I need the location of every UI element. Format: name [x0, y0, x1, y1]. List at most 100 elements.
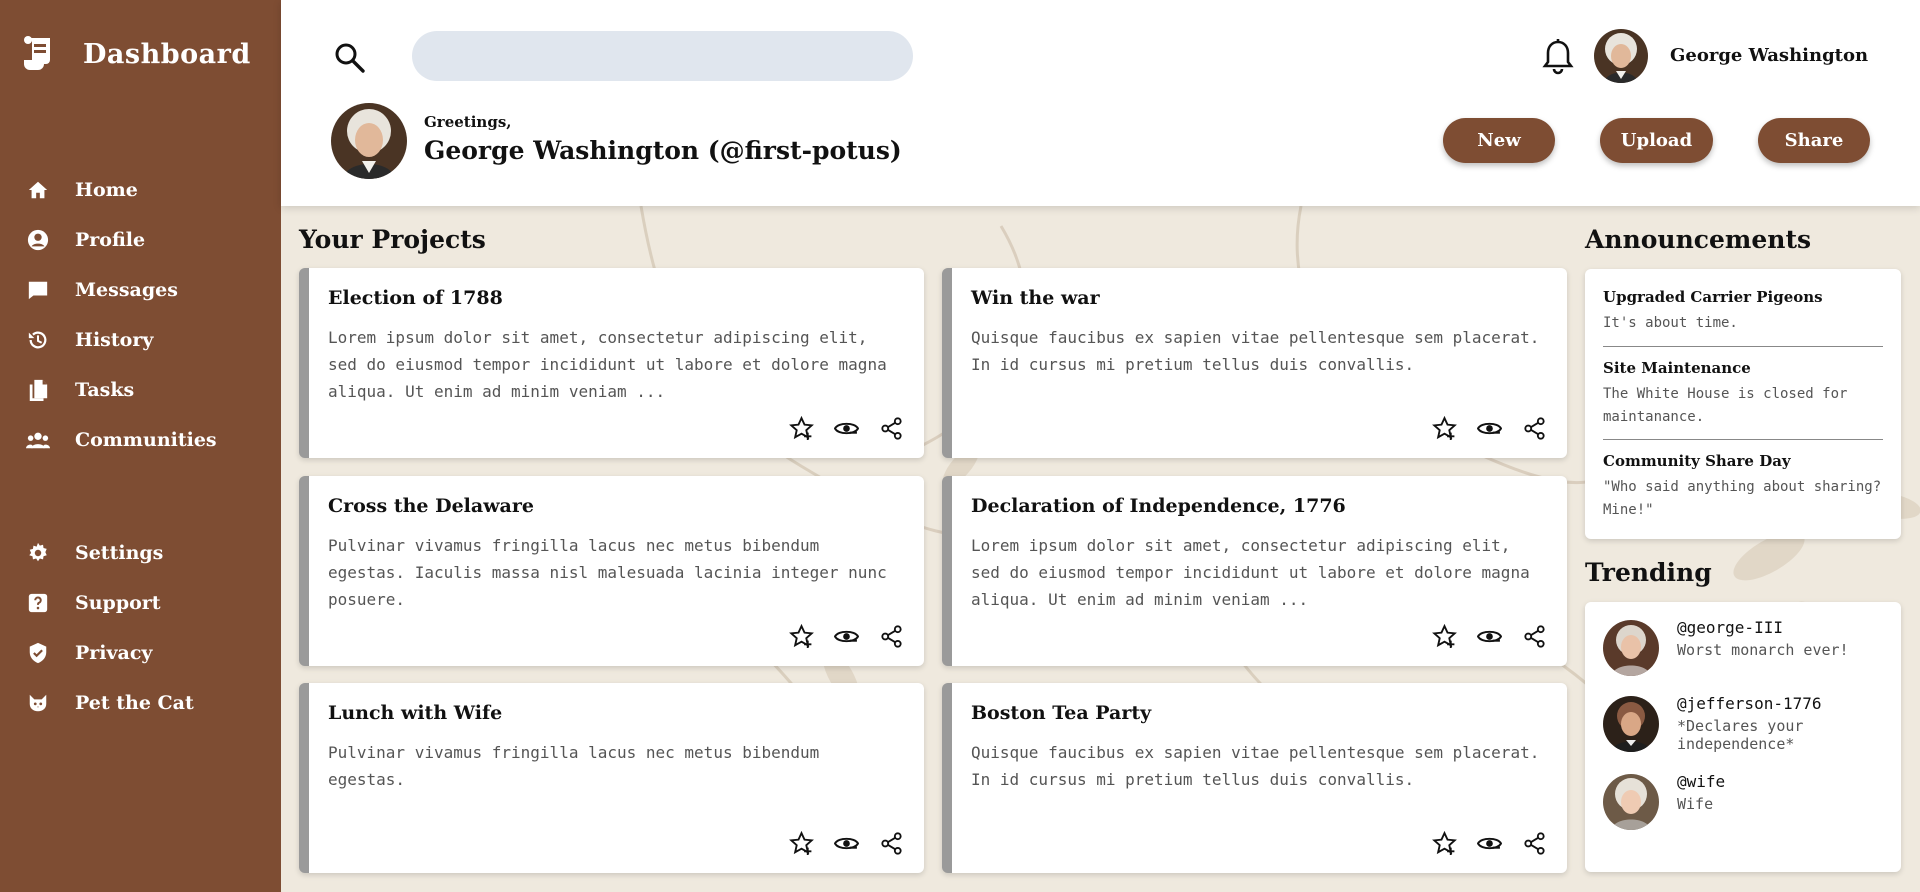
- greeting-name: George Washington (@first-potus): [424, 136, 902, 165]
- shield-check-icon: [26, 641, 50, 665]
- project-title: Win the war: [971, 287, 1100, 309]
- project-title: Lunch with Wife: [328, 702, 503, 724]
- share-icon[interactable]: [879, 831, 904, 856]
- new-button[interactable]: New: [1443, 118, 1555, 163]
- star-add-icon[interactable]: [1432, 831, 1457, 856]
- trending-handle: @george-III: [1677, 618, 1783, 637]
- sidebar-item-label: Support: [75, 592, 161, 614]
- brand[interactable]: Dashboard: [22, 36, 251, 72]
- eye-icon[interactable]: [834, 624, 859, 649]
- sidebar-item-support[interactable]: Support: [0, 578, 281, 628]
- announcement-item[interactable]: Site Maintenance The White House is clos…: [1603, 359, 1883, 429]
- sidebar-item-label: Settings: [75, 542, 164, 564]
- gear-icon: [26, 541, 50, 565]
- greeting-label: Greetings,: [424, 113, 512, 131]
- project-title: Boston Tea Party: [971, 702, 1152, 724]
- trending-status: *Declares your independence*: [1677, 717, 1804, 753]
- eye-icon[interactable]: [1477, 831, 1502, 856]
- star-add-icon[interactable]: [789, 416, 814, 441]
- share-icon[interactable]: [879, 624, 904, 649]
- trending-handle: @wife: [1677, 772, 1726, 791]
- project-description: Pulvinar vivamus fringilla lacus nec met…: [328, 743, 820, 789]
- divider: [1603, 439, 1883, 440]
- project-description: Pulvinar vivamus fringilla lacus nec met…: [328, 536, 887, 609]
- sidebar-item-profile[interactable]: Profile: [0, 215, 281, 265]
- card-actions: [1432, 831, 1547, 856]
- sidebar-item-messages[interactable]: Messages: [0, 265, 281, 315]
- announcement-body: "Who said anything about sharing? Mine!": [1603, 479, 1882, 518]
- project-card[interactable]: Win the war Quisque faucibus ex sapien vi…: [942, 268, 1567, 458]
- header: George Washington Greetings, George Wash…: [281, 0, 1920, 206]
- card-actions: [789, 831, 904, 856]
- bell-icon[interactable]: [1540, 38, 1576, 76]
- card-actions: [1432, 624, 1547, 649]
- trending-panel: @george-III Worst monarch ever! @jeffers…: [1585, 602, 1901, 872]
- project-title: Cross the Delaware: [328, 495, 534, 517]
- eye-icon[interactable]: [1477, 624, 1502, 649]
- sidebar-secondary-nav: Settings Support Privacy Pet the Cat: [0, 528, 281, 728]
- project-card[interactable]: Lunch with Wife Pulvinar vivamus fringill…: [299, 683, 924, 873]
- help-icon: [26, 591, 50, 615]
- star-add-icon[interactable]: [1432, 416, 1457, 441]
- divider: [1603, 346, 1883, 347]
- projects-title: Your Projects: [299, 225, 486, 254]
- avatar: [1603, 774, 1659, 830]
- project-card[interactable]: Declaration of Independence, 1776 Lorem i…: [942, 476, 1567, 666]
- project-card[interactable]: Election of 1788 Lorem ipsum dolor sit am…: [299, 268, 924, 458]
- avatar[interactable]: [1594, 29, 1648, 83]
- project-card[interactable]: Boston Tea Party Quisque faucibus ex sapi…: [942, 683, 1567, 873]
- announcement-title: Community Share Day: [1603, 452, 1791, 470]
- share-icon[interactable]: [879, 416, 904, 441]
- sidebar-item-home[interactable]: Home: [0, 165, 281, 215]
- sidebar-item-label: Pet the Cat: [75, 692, 194, 714]
- trending-item[interactable]: @jefferson-1776 *Declares your independe…: [1603, 694, 1877, 753]
- avatar: [1603, 620, 1659, 676]
- sidebar-item-history[interactable]: History: [0, 315, 281, 365]
- history-icon: [26, 328, 50, 352]
- sidebar-item-privacy[interactable]: Privacy: [0, 628, 281, 678]
- announcement-item[interactable]: Community Share Day "Who said anything a…: [1603, 452, 1883, 522]
- upload-button[interactable]: Upload: [1600, 118, 1713, 163]
- cat-icon: [26, 691, 50, 715]
- eye-icon[interactable]: [834, 831, 859, 856]
- sidebar-item-communities[interactable]: Communities: [0, 415, 281, 465]
- star-add-icon[interactable]: [789, 624, 814, 649]
- sidebar-item-label: Messages: [75, 279, 178, 301]
- trending-title: Trending: [1585, 558, 1712, 587]
- announcements-title: Announcements: [1585, 225, 1812, 254]
- project-title: Declaration of Independence, 1776: [971, 495, 1346, 517]
- sidebar-primary-nav: Home Profile Messages History Tasks Comm…: [0, 165, 281, 465]
- share-button[interactable]: Share: [1758, 118, 1870, 163]
- share-icon[interactable]: [1522, 831, 1547, 856]
- user-name[interactable]: George Washington: [1670, 45, 1868, 66]
- star-add-icon[interactable]: [789, 831, 814, 856]
- sidebar-item-settings[interactable]: Settings: [0, 528, 281, 578]
- project-card[interactable]: Cross the Delaware Pulvinar vivamus fring…: [299, 476, 924, 666]
- search-icon[interactable]: [333, 41, 367, 75]
- project-description: Quisque faucibus ex sapien vitae pellent…: [971, 328, 1540, 374]
- card-actions: [789, 416, 904, 441]
- sidebar-item-tasks[interactable]: Tasks: [0, 365, 281, 415]
- eye-icon[interactable]: [1477, 416, 1502, 441]
- announcement-body: The White House is closed for maintananc…: [1603, 386, 1848, 425]
- scroll-icon: [22, 36, 54, 72]
- home-icon: [26, 178, 50, 202]
- brand-title: Dashboard: [83, 38, 251, 70]
- trending-item[interactable]: @wife Wife: [1603, 772, 1877, 830]
- announcement-title: Site Maintenance: [1603, 359, 1751, 377]
- card-actions: [1432, 416, 1547, 441]
- share-icon[interactable]: [1522, 624, 1547, 649]
- share-icon[interactable]: [1522, 416, 1547, 441]
- sidebar-item-label: Communities: [75, 429, 217, 451]
- eye-icon[interactable]: [834, 416, 859, 441]
- trending-handle: @jefferson-1776: [1677, 694, 1822, 713]
- trending-item[interactable]: @george-III Worst monarch ever!: [1603, 618, 1877, 676]
- sidebar-item-pet-the-cat[interactable]: Pet the Cat: [0, 678, 281, 728]
- project-description: Quisque faucibus ex sapien vitae pellent…: [971, 743, 1540, 789]
- user-circle-icon: [26, 228, 50, 252]
- search-input[interactable]: [412, 31, 913, 81]
- star-add-icon[interactable]: [1432, 624, 1457, 649]
- announcement-item[interactable]: Upgraded Carrier Pigeons It's about time…: [1603, 288, 1883, 335]
- project-title: Election of 1788: [328, 287, 503, 309]
- sidebar-item-label: Home: [75, 179, 138, 201]
